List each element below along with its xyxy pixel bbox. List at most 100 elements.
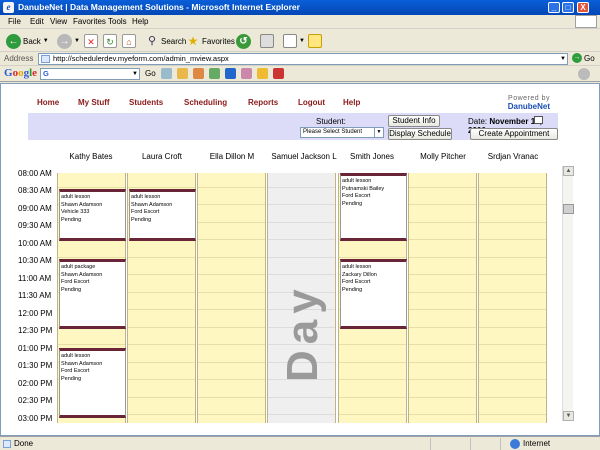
appointment-status: Pending [61,216,82,223]
grid-line [198,344,265,345]
create-appointment-button[interactable]: Create Appointment [470,128,558,140]
home-button[interactable]: ⌂ [122,32,136,50]
appointment-block[interactable]: adult lesson Shawn Adamson Ford Escort P… [129,189,196,241]
search-button[interactable]: ⚲ Search [145,32,186,50]
nav-reports[interactable]: Reports [248,98,278,107]
send-to-icon[interactable] [272,68,284,79]
popup-blocker-icon[interactable] [192,68,204,79]
student-info-button[interactable]: Student Info [388,115,440,127]
pencil-icon[interactable] [256,68,268,79]
search-site-icon[interactable] [160,68,172,79]
grid-line [339,361,406,363]
autofill-icon[interactable] [208,68,220,79]
window-title: DanubeNet | Data Management Solutions - … [18,2,300,12]
appointment-block[interactable]: adult package Shawn Adamson Ford Escort … [59,259,126,329]
google-toolbar: Google G ▼ Go [0,66,600,82]
time-label: 02:00 PM [18,379,53,388]
grid-line [409,291,476,293]
grid-line [409,274,476,275]
minimize-button[interactable]: _ [548,2,560,13]
address-input[interactable]: http://schedulerdev.myeform.com/admin_mv… [38,53,568,65]
page-button[interactable]: ▼ [283,32,305,50]
grid-line [409,396,476,398]
highlight-icon[interactable] [240,68,252,79]
google-search-input[interactable]: G ▼ [40,68,140,80]
grid-line [268,204,335,205]
refresh-icon: ↻ [103,34,117,48]
bookmark-star-icon[interactable] [224,68,236,79]
favorites-button[interactable]: ★ Favorites [186,32,235,50]
settings-gear-icon[interactable] [578,68,590,80]
scroll-up-icon[interactable]: ▲ [563,166,574,176]
chevron-down-icon[interactable]: ▼ [560,54,566,64]
student-select[interactable]: Please Select Student ▼ [300,127,384,138]
forward-button[interactable]: → ▼ [57,32,80,50]
messenger-button[interactable] [308,32,322,50]
nav-home[interactable]: Home [37,98,59,107]
schedule-scrollbar[interactable]: ▲ ▼ [562,166,574,421]
appointment-status: Pending [61,286,82,293]
column-header-kathy-bates: Kathy Bates [69,152,113,161]
brand-name: DanubeNet [507,102,550,111]
calendar-icon[interactable] [534,116,543,124]
chevron-down-icon: ▼ [42,38,49,44]
grid-line [198,291,265,293]
internet-globe-icon [510,439,520,449]
menu-file[interactable]: File [8,17,21,26]
nav-my-stuff[interactable]: My Stuff [78,98,110,107]
menu-edit[interactable]: Edit [30,17,44,26]
schedule-column-ella-dillon[interactable] [197,173,266,423]
schedule-column-smith-jones[interactable]: adult lesson Putnamski Bailey Ford Escor… [338,173,407,423]
ie-logo-icon: e [3,2,14,13]
home-icon: ⌂ [122,34,136,48]
appointment-student: Shawn Adamson [131,201,173,208]
menu-help[interactable]: Help [132,17,148,26]
close-button[interactable]: X [577,2,589,13]
go-button[interactable]: → Go [572,53,595,63]
appointment-type: adult lesson [61,194,91,200]
scroll-thumb[interactable] [563,204,574,214]
schedule-column-laura-croft[interactable]: adult lesson Shawn Adamson Ford Escort P… [127,173,196,423]
nav-help[interactable]: Help [343,98,360,107]
nav-logout[interactable]: Logout [298,98,325,107]
google-go-button[interactable]: Go [145,69,156,78]
appointment-type: adult package [61,264,96,270]
time-label: 10:00 AM [18,239,52,248]
star-icon: ★ [187,34,199,48]
schedule-column-samuel-jackson[interactable]: Day Off [267,173,396,423]
nav-students[interactable]: Students [129,98,163,107]
grid-line [128,396,195,398]
time-label: 12:30 PM [18,326,53,335]
grid-line [479,396,546,398]
column-header-srdjan-vranac: Srdjan Vranac [487,152,539,161]
display-schedule-button[interactable]: Display Schedule [388,128,452,140]
grid-line [128,274,195,275]
chevron-down-icon: ▼ [374,128,383,137]
menu-tools[interactable]: Tools [108,17,127,26]
time-label: 01:30 PM [18,361,53,370]
nav-scheduling[interactable]: Scheduling [184,98,227,107]
stop-button[interactable]: ✕ [84,32,98,50]
menu-favorites[interactable]: Favorites [73,17,106,26]
grid-line [128,361,195,363]
scroll-down-icon[interactable]: ▼ [563,411,574,421]
grid-line [58,344,125,345]
printer-icon [260,34,274,48]
appointment-student: Putnamski Bailey [342,185,385,192]
schedule-controls: Student: Please Select Student ▼ Student… [28,113,558,140]
menu-view[interactable]: View [50,17,67,26]
appointment-block[interactable]: adult lesson Shawn Adamson Vehicle 333 P… [59,189,126,241]
refresh-button[interactable]: ↻ [103,32,117,50]
appointment-block[interactable]: adult lesson Zackary Dillon Ford Escort … [340,259,407,329]
appointment-block[interactable]: adult lesson Shawn Adamson Ford Escort P… [59,348,126,418]
maximize-button[interactable]: □ [562,2,574,13]
history-button[interactable]: ↺ [236,32,251,50]
grid-line [198,396,265,398]
schedule-column-srdjan-vranac[interactable] [478,173,547,423]
appointment-block[interactable]: adult lesson Putnamski Bailey Ford Escor… [340,173,407,241]
print-button[interactable] [260,32,274,50]
pagerank-icon[interactable] [176,68,188,79]
schedule-column-molly-pitcher[interactable] [408,173,477,423]
schedule-column-kathy-bates[interactable]: adult lesson Shawn Adamson Vehicle 333 P… [57,173,126,423]
back-button[interactable]: ← Back ▼ [6,32,49,50]
